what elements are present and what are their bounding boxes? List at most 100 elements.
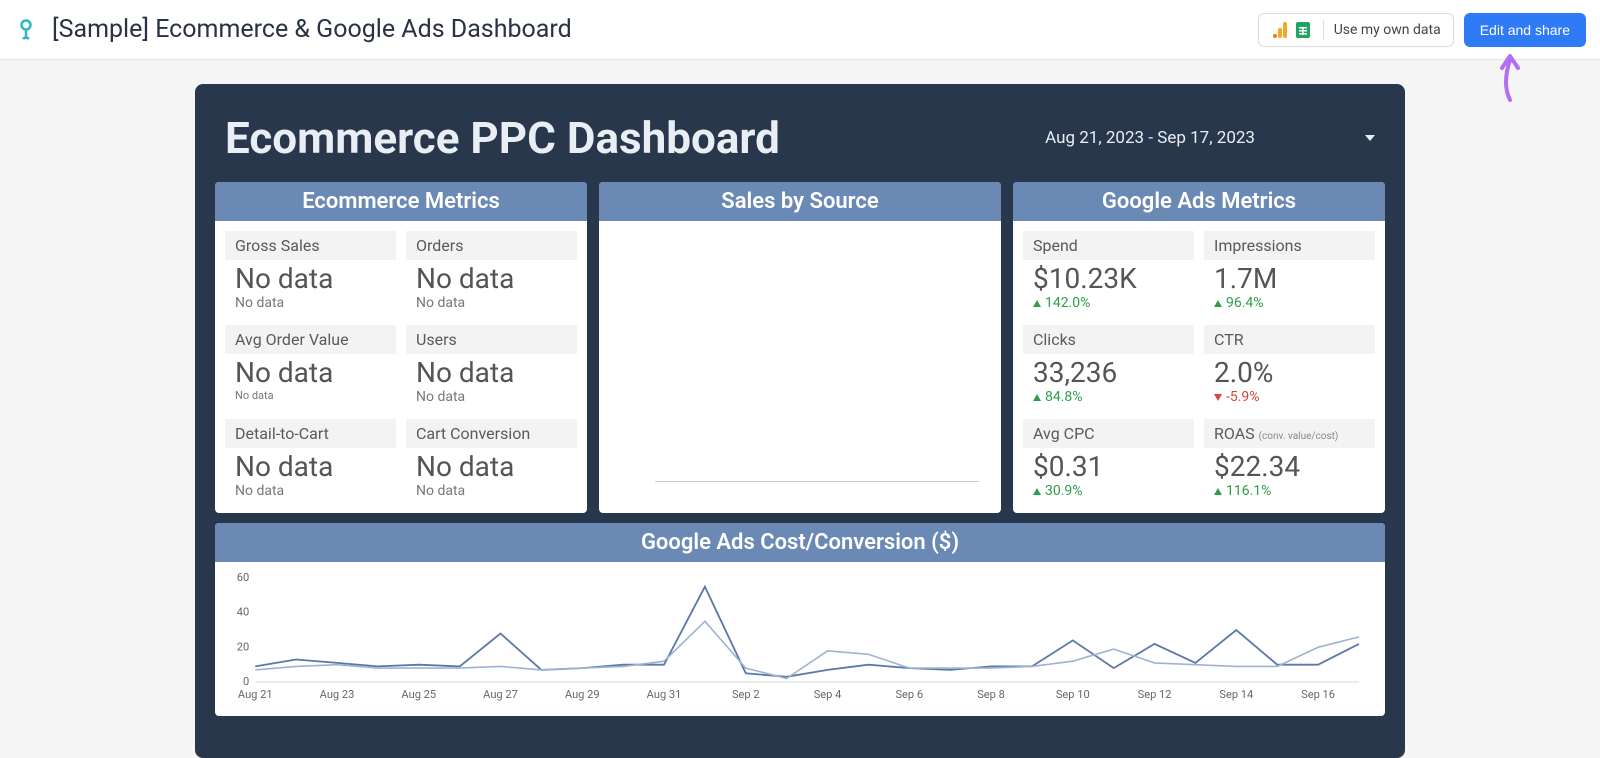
dashboard: Ecommerce PPC Dashboard Aug 21, 2023 - S…: [195, 84, 1405, 758]
metric-card: Spend$10.23K142.0%: [1023, 231, 1194, 315]
metric-delta: 30.9%: [1023, 483, 1194, 503]
svg-text:Sep 10: Sep 10: [1056, 688, 1090, 701]
svg-text:Aug 29: Aug 29: [565, 688, 600, 701]
dashboard-title: Ecommerce PPC Dashboard: [225, 112, 780, 164]
panel-header: Sales by Source: [599, 182, 1001, 221]
metric-value: No data: [225, 260, 396, 295]
use-own-data-link[interactable]: Use my own data: [1334, 22, 1441, 38]
topbar: [Sample] Ecommerce & Google Ads Dashboar…: [0, 0, 1600, 60]
topbar-actions: Use my own data Edit and share: [1258, 13, 1586, 47]
metric-card: OrdersNo dataNo data: [406, 231, 577, 315]
svg-text:Sep 16: Sep 16: [1301, 688, 1335, 701]
canvas: Ecommerce PPC Dashboard Aug 21, 2023 - S…: [0, 60, 1600, 758]
svg-text:Aug 21: Aug 21: [238, 688, 273, 701]
metric-value: 33,236: [1023, 354, 1194, 389]
cost-conversion-chart-panel: Google Ads Cost/Conversion ($) 0 20 40 60 Au…: [215, 523, 1385, 716]
metric-label: Impressions: [1204, 231, 1375, 260]
sales-by-source-panel: Sales by Source: [599, 182, 1001, 513]
metric-subvalue: No data: [225, 295, 396, 315]
svg-text:Sep 8: Sep 8: [977, 688, 1005, 701]
metric-label: Cart Conversion: [406, 419, 577, 448]
ecommerce-metrics-panel: Ecommerce Metrics Gross SalesNo dataNo d…: [215, 182, 587, 513]
metric-card: UsersNo dataNo data: [406, 325, 577, 409]
data-source-icons: [1271, 20, 1324, 40]
trend-up-icon: [1033, 394, 1041, 401]
svg-text:Sep 12: Sep 12: [1138, 688, 1172, 701]
metric-value: 2.0%: [1204, 354, 1375, 389]
metric-label: Orders: [406, 231, 577, 260]
metric-label: Clicks: [1023, 325, 1194, 354]
panel-header: Google Ads Cost/Conversion ($): [215, 523, 1385, 562]
metric-label: Detail-to-Cart: [225, 419, 396, 448]
metric-card: Detail-to-CartNo dataNo data: [225, 419, 396, 503]
svg-text:20: 20: [237, 640, 249, 653]
svg-text:Aug 25: Aug 25: [401, 688, 436, 701]
metric-subvalue: No data: [406, 295, 577, 315]
metric-label: Gross Sales: [225, 231, 396, 260]
svg-text:Sep 2: Sep 2: [732, 688, 760, 701]
metric-label: Avg CPC: [1023, 419, 1194, 448]
metric-card: Impressions1.7M96.4%: [1204, 231, 1375, 315]
svg-text:Sep 6: Sep 6: [895, 688, 923, 701]
trend-up-icon: [1214, 300, 1222, 307]
metric-value: No data: [225, 354, 396, 389]
google-sheets-icon: [1293, 20, 1313, 40]
metric-delta: -5.9%: [1204, 389, 1375, 409]
metric-label: Users: [406, 325, 577, 354]
trend-up-icon: [1033, 300, 1041, 307]
metric-card: Clicks33,23684.8%: [1023, 325, 1194, 409]
sales-by-source-body: [599, 221, 1001, 513]
metric-subvalue: No data: [225, 389, 396, 406]
metric-value: No data: [406, 354, 577, 389]
svg-text:Sep 14: Sep 14: [1219, 688, 1253, 701]
metric-value: $10.23K: [1023, 260, 1194, 295]
svg-text:60: 60: [237, 572, 249, 584]
page-title: [Sample] Ecommerce & Google Ads Dashboar…: [52, 15, 1244, 44]
metric-delta: 84.8%: [1023, 389, 1194, 409]
date-range-picker[interactable]: Aug 21, 2023 - Sep 17, 2023: [1045, 128, 1375, 148]
metric-delta: 116.1%: [1204, 483, 1375, 503]
chart-baseline: [655, 481, 979, 482]
trend-up-icon: [1214, 488, 1222, 495]
google-ads-metrics-grid: Spend$10.23K142.0%Impressions1.7M96.4%Cl…: [1013, 221, 1385, 513]
metric-label: Spend: [1023, 231, 1194, 260]
metric-subvalue: No data: [406, 389, 577, 409]
metric-card: ROAS (conv. value/cost)$22.34116.1%: [1204, 419, 1375, 503]
google-ads-metrics-panel: Google Ads Metrics Spend$10.23K142.0%Imp…: [1013, 182, 1385, 513]
metric-value: $22.34: [1204, 448, 1375, 483]
metric-value: $0.31: [1023, 448, 1194, 483]
chevron-down-icon: [1365, 135, 1375, 141]
trend-down-icon: [1214, 394, 1222, 401]
metric-label: ROAS (conv. value/cost): [1204, 419, 1375, 448]
metric-delta: 96.4%: [1204, 295, 1375, 315]
chart-body: 0 20 40 60 Aug 21 Aug 23 Aug 25 Aug 27 Aug 29 Aug…: [215, 562, 1385, 716]
metric-value: No data: [406, 448, 577, 483]
date-range-text: Aug 21, 2023 - Sep 17, 2023: [1045, 128, 1255, 148]
metric-card: CTR2.0%-5.9%: [1204, 325, 1375, 409]
metric-delta: 142.0%: [1023, 295, 1194, 315]
metric-value: No data: [406, 260, 577, 295]
metric-value: 1.7M: [1204, 260, 1375, 295]
google-analytics-icon: [1271, 20, 1291, 40]
svg-text:Aug 27: Aug 27: [483, 688, 518, 701]
svg-text:40: 40: [237, 606, 249, 619]
panel-header: Google Ads Metrics: [1013, 182, 1385, 221]
metric-card: Cart ConversionNo dataNo data: [406, 419, 577, 503]
svg-text:Aug 23: Aug 23: [320, 688, 355, 701]
metric-card: Avg Order ValueNo dataNo data: [225, 325, 396, 409]
metric-card: Avg CPC$0.3130.9%: [1023, 419, 1194, 503]
svg-text:Aug 31: Aug 31: [647, 688, 682, 701]
data-source-selector[interactable]: Use my own data: [1258, 13, 1454, 47]
ecommerce-metrics-grid: Gross SalesNo dataNo dataOrdersNo dataNo…: [215, 221, 587, 513]
line-chart: 0 20 40 60 Aug 21 Aug 23 Aug 25 Aug 27 Aug 29 Aug…: [225, 572, 1365, 702]
metric-subvalue: No data: [225, 483, 396, 503]
app-logo-icon: [14, 18, 38, 42]
metric-label: Avg Order Value: [225, 325, 396, 354]
svg-text:0: 0: [243, 675, 249, 688]
metric-subvalue: No data: [406, 483, 577, 503]
trend-up-icon: [1033, 488, 1041, 495]
metric-value: No data: [225, 448, 396, 483]
panel-header: Ecommerce Metrics: [215, 182, 587, 221]
edit-and-share-button[interactable]: Edit and share: [1464, 13, 1586, 47]
svg-text:Sep 4: Sep 4: [814, 688, 842, 701]
